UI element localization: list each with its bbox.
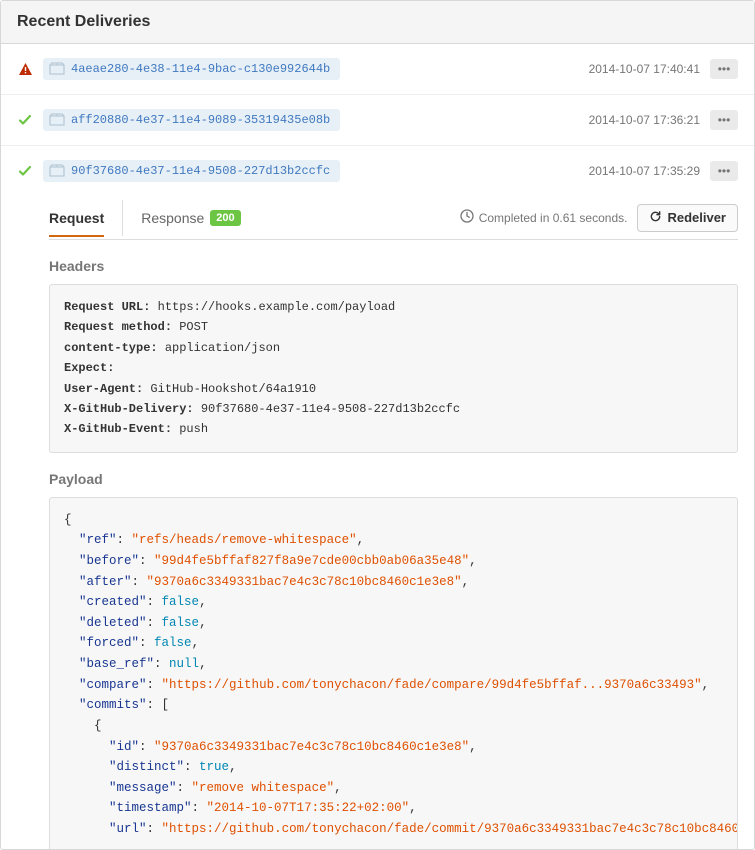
delivery-guid-pill[interactable]: 90f37680-4e37-11e4-9508-227d13b2ccfc: [43, 160, 340, 182]
delivery-guid-pill[interactable]: 4aeae280-4e38-11e4-9bac-c130e992644b: [43, 58, 340, 80]
package-icon: [49, 113, 65, 127]
delivery-timestamp: 2014-10-07 17:35:29: [589, 164, 700, 178]
tab-response-label: Response: [141, 210, 204, 226]
delivery-timestamp: 2014-10-07 17:40:41: [589, 62, 700, 76]
delivery-row[interactable]: 4aeae280-4e38-11e4-9bac-c130e992644b 2014…: [1, 44, 754, 95]
headers-box: Request URL: https://hooks.example.com/p…: [49, 284, 738, 453]
expand-button[interactable]: •••: [710, 110, 738, 130]
headers-label: Headers: [49, 258, 738, 274]
tab-response[interactable]: Response 200: [122, 200, 240, 236]
expand-button[interactable]: •••: [710, 59, 738, 79]
delivery-guid: 90f37680-4e37-11e4-9508-227d13b2ccfc: [71, 164, 330, 178]
delivery-detail: Request Response 200 Completed in 0.61 s…: [1, 196, 754, 849]
delivery-row[interactable]: aff20880-4e37-11e4-9089-35319435e08b 2014…: [1, 95, 754, 146]
payload-box: { "ref": "refs/heads/remove-whitespace",…: [49, 497, 738, 849]
check-icon: [17, 163, 33, 179]
completed-label: Completed in 0.61 seconds.: [479, 211, 628, 225]
payload-label: Payload: [49, 471, 738, 487]
delivery-timestamp: 2014-10-07 17:36:21: [589, 113, 700, 127]
tab-request[interactable]: Request: [49, 200, 104, 236]
redeliver-label: Redeliver: [667, 210, 726, 225]
expand-button[interactable]: •••: [710, 161, 738, 181]
redeliver-button[interactable]: Redeliver: [637, 204, 738, 232]
package-icon: [49, 62, 65, 76]
delivery-row[interactable]: 90f37680-4e37-11e4-9508-227d13b2ccfc 2014…: [1, 146, 754, 196]
tabs-row: Request Response 200 Completed in 0.61 s…: [49, 196, 738, 240]
delivery-guid-pill[interactable]: aff20880-4e37-11e4-9089-35319435e08b: [43, 109, 340, 131]
delivery-guid: 4aeae280-4e38-11e4-9bac-c130e992644b: [71, 62, 330, 76]
panel-header: Recent Deliveries: [1, 1, 754, 44]
alert-icon: [17, 61, 33, 77]
package-icon: [49, 164, 65, 178]
check-icon: [17, 112, 33, 128]
refresh-icon: [649, 210, 662, 226]
panel-title: Recent Deliveries: [17, 13, 738, 31]
completed-text: Completed in 0.61 seconds.: [460, 209, 628, 226]
recent-deliveries-panel: Recent Deliveries 4aeae280-4e38-11e4-9ba…: [0, 0, 755, 850]
status-badge: 200: [210, 210, 240, 226]
tab-request-label: Request: [49, 210, 104, 226]
clock-icon: [460, 209, 474, 226]
delivery-guid: aff20880-4e37-11e4-9089-35319435e08b: [71, 113, 330, 127]
